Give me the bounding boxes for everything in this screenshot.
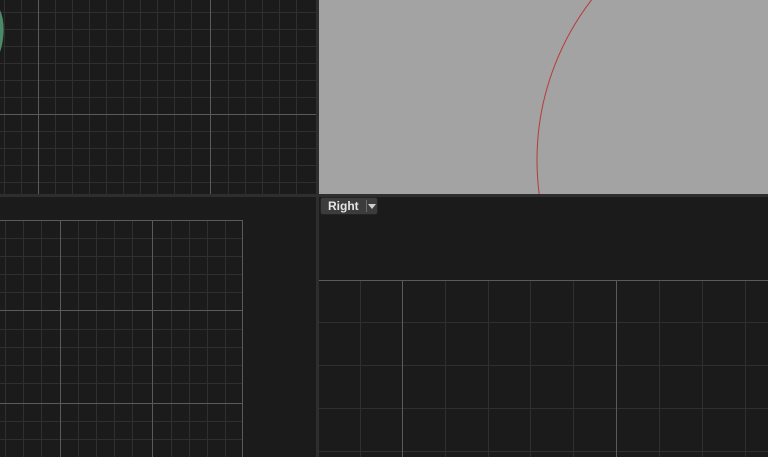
mesh-object <box>0 10 4 52</box>
chevron-down-icon[interactable] <box>367 198 377 214</box>
viewport-right[interactable]: Right <box>319 197 768 457</box>
viewport-top-left[interactable] <box>0 0 316 194</box>
viewport-grid <box>0 220 243 457</box>
viewport-bottom-left[interactable] <box>0 197 316 457</box>
viewport-grid <box>0 0 316 194</box>
quad-view-workspace: Right <box>0 0 768 457</box>
viewport-grid <box>319 280 768 457</box>
viewport-splitter-vertical[interactable] <box>316 0 319 457</box>
view-label-text[interactable]: Right <box>321 198 366 214</box>
circle-object <box>536 0 593 194</box>
view-label-menu[interactable]: Right <box>321 198 377 214</box>
viewport-top-right[interactable] <box>319 0 768 194</box>
viewport-splitter-horizontal[interactable] <box>0 194 768 197</box>
